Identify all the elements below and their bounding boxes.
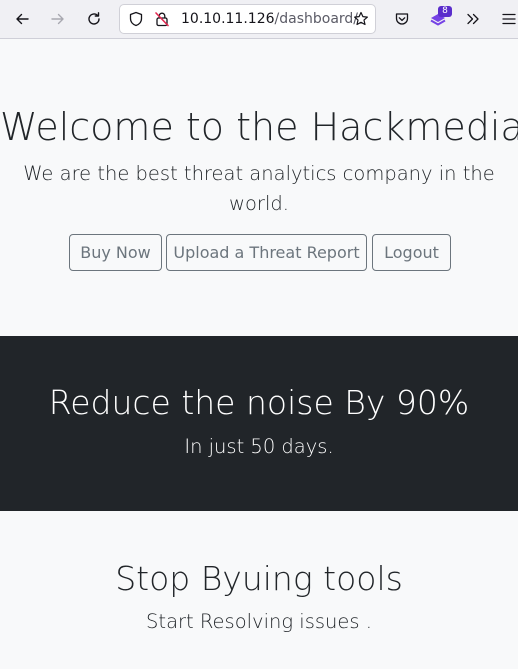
buy-now-button[interactable]: Buy Now — [69, 234, 162, 271]
banner-title: Reduce the noise By 90% — [48, 383, 470, 422]
hero-button-row: Buy Now Upload a Threat Report Logout — [0, 234, 518, 272]
hero-title: Welcome to the Hackmedia — [0, 105, 518, 149]
url-bar[interactable]: 10.10.11.126/dashboard/ — [119, 4, 376, 34]
pocket-icon[interactable] — [389, 6, 415, 32]
tools-subtitle: Start Resolving issues . — [146, 610, 372, 633]
shield-icon[interactable] — [128, 11, 144, 27]
back-arrow-icon[interactable] — [9, 6, 35, 32]
bookmark-star-icon[interactable] — [353, 11, 369, 27]
hamburger-menu-icon[interactable] — [496, 6, 518, 32]
url-text[interactable]: 10.10.11.126/dashboard/ — [181, 10, 358, 28]
tools-section: Stop Byuing tools Start Resolving issues… — [0, 511, 518, 669]
hero-section: Welcome to the Hackmedia We are the best… — [0, 39, 518, 336]
url-host: 10.10.11.126 — [181, 11, 275, 27]
tools-title: Stop Byuing tools — [115, 559, 403, 598]
logout-button[interactable]: Logout — [372, 234, 451, 271]
hero-subtitle: We are the best threat analytics company… — [23, 162, 495, 215]
browser-toolbar: 10.10.11.126/dashboard/ 8 — [0, 0, 518, 39]
noise-banner: Reduce the noise By 90% In just 50 days. — [0, 336, 518, 511]
extension-badge: 8 — [438, 6, 452, 17]
url-path: /dashboard/ — [274, 11, 359, 27]
forward-arrow-icon[interactable] — [45, 6, 71, 32]
insecure-lock-icon[interactable] — [154, 11, 170, 27]
page-content: Welcome to the Hackmedia We are the best… — [0, 39, 518, 669]
reload-icon[interactable] — [81, 6, 107, 32]
upload-threat-report-button[interactable]: Upload a Threat Report — [166, 234, 367, 271]
banner-subtitle: In just 50 days. — [184, 435, 334, 458]
overflow-chevrons-icon[interactable] — [460, 6, 486, 32]
